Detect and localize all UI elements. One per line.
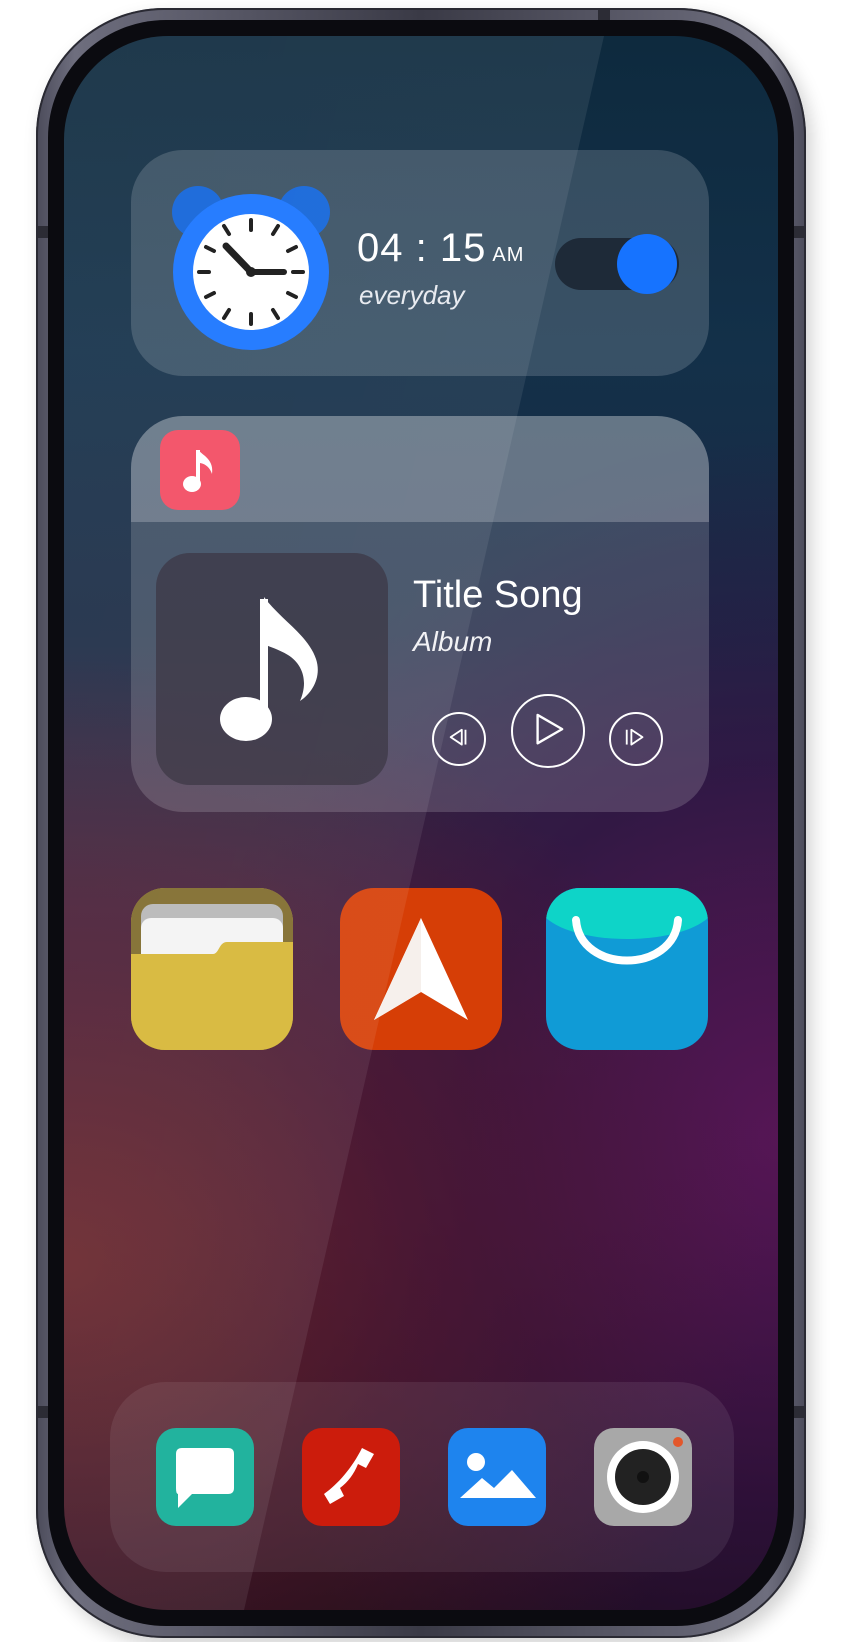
store-app-icon[interactable] (546, 888, 708, 1050)
play-icon (536, 713, 564, 745)
shopping-bag-icon (546, 888, 708, 965)
next-button[interactable] (609, 712, 663, 766)
phone-icon (324, 1448, 374, 1504)
camera-icon (607, 1437, 683, 1513)
next-icon (625, 728, 644, 746)
play-button[interactable] (511, 694, 585, 768)
phone-app-icon[interactable] (302, 1428, 400, 1526)
image-icon (460, 1453, 536, 1498)
alarm-toggle-knob[interactable] (617, 234, 677, 294)
gallery-app-icon[interactable] (448, 1428, 546, 1526)
home-screen: 04 : 15AM everyday Title Song Album (64, 36, 778, 1610)
camera-app-icon[interactable] (594, 1428, 692, 1526)
